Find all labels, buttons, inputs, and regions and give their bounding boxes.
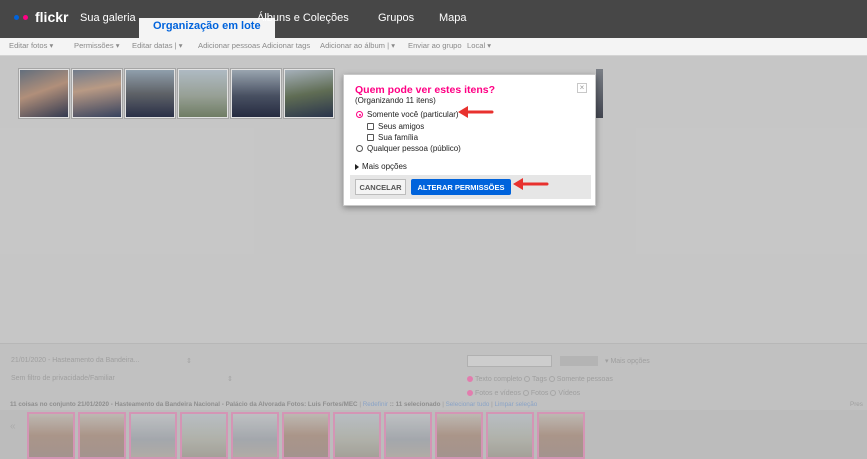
chevron-down-icon: ▾ — [487, 41, 492, 50]
tab-organize-batch[interactable]: Organização em lote — [139, 18, 275, 38]
dialog-subtitle: (Organizando 11 itens) — [355, 96, 436, 105]
toolbar-add-tags[interactable]: Adicionar tags — [262, 41, 310, 50]
tab-albums-collections[interactable]: Álbuns e Coleções — [257, 12, 349, 24]
option-family-label: Sua família — [378, 133, 419, 142]
option-private-label: Somente você (particular) — [367, 110, 459, 119]
toolbar-edit-dates[interactable]: Editar datas | ▾ — [132, 41, 183, 50]
chevron-down-icon: ▾ — [49, 41, 54, 50]
option-friends-label: Seus amigos — [378, 122, 425, 131]
toolbar-permissions[interactable]: Permissões ▾ — [74, 41, 120, 50]
cancel-button[interactable]: CANCELAR — [355, 179, 406, 195]
logo-blue-dot — [14, 14, 19, 20]
close-icon[interactable]: × — [577, 83, 587, 93]
red-arrow-annotation-icon — [513, 178, 549, 190]
more-options-toggle[interactable]: Mais opções — [355, 162, 407, 171]
option-public-label: Qualquer pessoa (público) — [367, 144, 461, 153]
logo-text: flickr — [35, 9, 69, 25]
top-nav-bar: flickr Sua galeria Organização em lote Á… — [0, 0, 867, 38]
red-arrow-annotation-icon — [458, 106, 494, 118]
chevron-down-icon: ▾ — [391, 41, 396, 50]
more-options-label: Mais opções — [362, 162, 407, 171]
option-public[interactable]: Qualquer pessoa (público) — [356, 144, 461, 153]
toolbar-edit-photos[interactable]: Editar fotos ▾ — [9, 41, 53, 50]
chevron-down-icon: ▾ — [178, 41, 183, 50]
radio-public[interactable] — [356, 145, 363, 152]
dialog-button-bar: CANCELAR ALTERAR PERMISSÕES — [350, 175, 591, 199]
permissions-dialog: × Quem pode ver estes itens? (Organizand… — [343, 74, 596, 206]
tab-map[interactable]: Mapa — [439, 12, 467, 24]
radio-private[interactable] — [356, 111, 363, 118]
toolbar-location[interactable]: Local ▾ — [467, 41, 491, 50]
tab-groups[interactable]: Grupos — [378, 12, 414, 24]
change-permissions-button[interactable]: ALTERAR PERMISSÕES — [411, 179, 511, 195]
triangle-right-icon — [355, 163, 359, 170]
toolbar-add-to-album[interactable]: Adicionar ao álbum | ▾ — [320, 41, 395, 50]
toolbar-add-people[interactable]: Adicionar pessoas — [198, 41, 260, 50]
option-private[interactable]: Somente você (particular) — [356, 110, 459, 119]
chevron-down-icon: ▾ — [115, 41, 120, 50]
organize-toolbar: Editar fotos ▾ Permissões ▾ Editar datas… — [0, 38, 867, 56]
toolbar-send-to-group[interactable]: Enviar ao grupo — [408, 41, 462, 50]
option-friends[interactable]: Seus amigos — [367, 122, 424, 131]
tab-your-gallery[interactable]: Sua galeria — [80, 12, 136, 24]
logo-pink-dot — [23, 14, 28, 20]
option-family[interactable]: Sua família — [367, 133, 418, 142]
checkbox-friends[interactable] — [367, 123, 374, 130]
checkbox-family[interactable] — [367, 134, 374, 141]
dialog-title: Quem pode ver estes itens? — [355, 84, 496, 96]
flickr-logo[interactable]: flickr — [14, 9, 68, 25]
